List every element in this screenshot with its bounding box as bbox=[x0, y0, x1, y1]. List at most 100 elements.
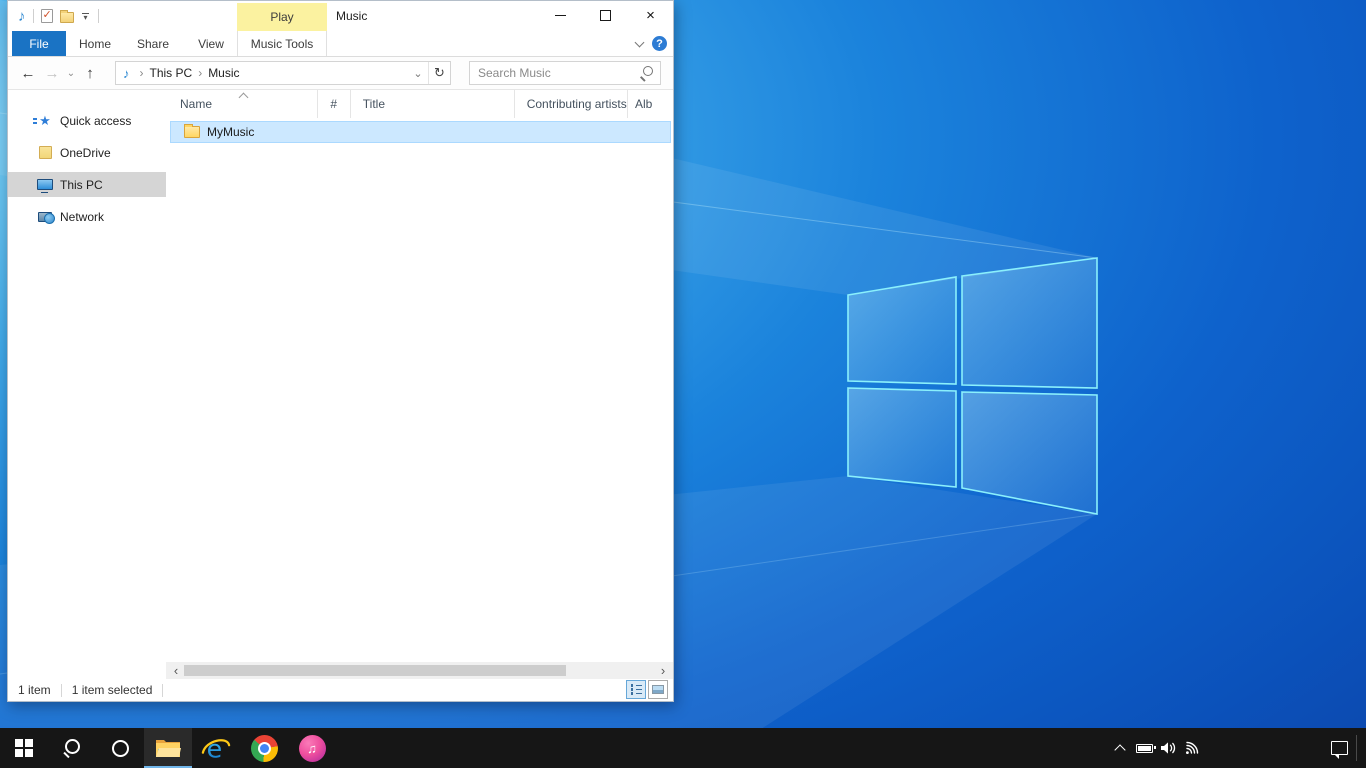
column-header-name[interactable]: Name bbox=[170, 90, 318, 118]
screen: ♪ ▾ Play Music × File Home Share View bbox=[0, 0, 1366, 768]
caption-buttons: × bbox=[538, 1, 673, 30]
wifi-icon bbox=[1184, 740, 1200, 756]
column-header-title[interactable]: Title bbox=[351, 90, 515, 118]
sidebar-item-onedrive[interactable]: OneDrive bbox=[8, 140, 166, 165]
tab-music-tools[interactable]: Music Tools bbox=[237, 31, 327, 56]
maximize-icon bbox=[600, 10, 611, 21]
breadcrumb-chevron-icon: › bbox=[192, 66, 208, 80]
scrollbar-thumb[interactable] bbox=[184, 665, 566, 676]
internet-explorer-icon: e bbox=[201, 733, 231, 763]
file-row-mymusic[interactable]: MyMusic bbox=[170, 121, 671, 143]
window-title: Music bbox=[336, 1, 367, 31]
battery-icon bbox=[1136, 744, 1153, 753]
forward-button[interactable]: → bbox=[40, 61, 64, 85]
minimize-button[interactable] bbox=[538, 1, 583, 30]
monitor-icon bbox=[36, 179, 54, 190]
file-list-pane: Name # Title Contributing artists Alb bbox=[166, 90, 673, 679]
search-icon[interactable] bbox=[639, 65, 655, 81]
tab-file[interactable]: File bbox=[12, 31, 66, 56]
itunes-icon: ♫ bbox=[299, 735, 326, 762]
quick-access-star-icon: ★ bbox=[36, 114, 54, 127]
tray-expand-button[interactable] bbox=[1108, 728, 1132, 768]
file-explorer-window: ♪ ▾ Play Music × File Home Share View bbox=[7, 0, 674, 702]
large-icons-view-button[interactable] bbox=[648, 680, 668, 699]
close-icon: × bbox=[646, 8, 655, 23]
column-header-number[interactable]: # bbox=[318, 90, 350, 118]
details-view-icon bbox=[631, 684, 642, 695]
windows-start-icon bbox=[15, 739, 34, 758]
tab-view[interactable]: View bbox=[182, 31, 240, 56]
network-status[interactable] bbox=[1180, 728, 1204, 768]
cortana-ring-icon bbox=[112, 740, 129, 757]
sidebar-item-label: Quick access bbox=[60, 114, 131, 128]
scroll-right-icon[interactable]: › bbox=[655, 662, 671, 679]
sidebar-item-label: Network bbox=[60, 210, 104, 224]
contextual-tab-play[interactable]: Play bbox=[237, 3, 327, 31]
recent-locations-dropdown-icon[interactable]: ⌄ bbox=[64, 68, 78, 79]
address-dropdown-icon[interactable]: ⌄ bbox=[408, 67, 428, 80]
speaker-icon bbox=[1160, 741, 1177, 755]
music-note-icon: ♪ bbox=[18, 9, 26, 24]
sidebar-item-label: OneDrive bbox=[60, 146, 111, 160]
horizontal-scrollbar[interactable]: ‹ › bbox=[166, 662, 673, 679]
taskbar-chrome-button[interactable] bbox=[240, 728, 288, 768]
separator bbox=[162, 684, 163, 697]
battery-status[interactable] bbox=[1132, 728, 1156, 768]
file-name: MyMusic bbox=[207, 125, 254, 139]
customize-toolbar-dropdown-icon[interactable]: ▾ bbox=[81, 13, 91, 20]
separator bbox=[33, 9, 34, 23]
title-bar: ♪ ▾ Play Music × bbox=[8, 1, 673, 31]
expand-ribbon-icon[interactable] bbox=[635, 37, 645, 47]
breadcrumb-music[interactable]: Music bbox=[208, 66, 239, 80]
properties-icon[interactable] bbox=[41, 9, 53, 23]
sidebar-item-quick-access[interactable]: ★ Quick access bbox=[8, 108, 166, 133]
item-count: 1 item bbox=[18, 683, 51, 697]
taskbar-itunes-button[interactable]: ♫ bbox=[288, 728, 336, 768]
separator bbox=[98, 9, 99, 23]
volume-status[interactable] bbox=[1156, 728, 1180, 768]
sidebar-item-this-pc[interactable]: This PC bbox=[8, 172, 166, 197]
breadcrumb-this-pc[interactable]: This PC bbox=[150, 66, 193, 80]
view-buttons bbox=[626, 680, 668, 699]
column-headers: Name # Title Contributing artists Alb bbox=[166, 90, 673, 118]
network-icon bbox=[36, 212, 54, 222]
show-desktop-button[interactable] bbox=[1357, 728, 1366, 768]
music-note-icon: ♪ bbox=[116, 67, 134, 80]
taskbar-search-button[interactable] bbox=[48, 728, 96, 768]
minimize-icon bbox=[555, 15, 566, 16]
taskbar-internet-explorer-button[interactable]: e bbox=[192, 728, 240, 768]
onedrive-folder-icon bbox=[36, 146, 54, 159]
taskbar-file-explorer-button[interactable] bbox=[144, 728, 192, 768]
sort-ascending-icon bbox=[238, 93, 248, 103]
cortana-button[interactable] bbox=[96, 728, 144, 768]
back-button[interactable]: ← bbox=[16, 61, 40, 85]
start-button[interactable] bbox=[0, 728, 48, 768]
help-icon[interactable]: ? bbox=[652, 36, 667, 51]
search-icon bbox=[62, 738, 82, 758]
navigation-bar: ← → ⌄ ↑ ♪ › This PC › Music ⌄ ↻ bbox=[8, 57, 673, 90]
up-button[interactable]: ↑ bbox=[78, 61, 102, 85]
sidebar-item-label: This PC bbox=[60, 178, 103, 192]
file-explorer-icon bbox=[155, 737, 181, 759]
sidebar-item-network[interactable]: Network bbox=[8, 204, 166, 229]
action-center-button[interactable] bbox=[1318, 728, 1360, 768]
maximize-button[interactable] bbox=[583, 1, 628, 30]
tab-home[interactable]: Home bbox=[66, 31, 124, 56]
chevron-up-icon bbox=[1114, 744, 1125, 755]
column-header-album[interactable]: Alb bbox=[628, 90, 673, 118]
column-header-contributing-artists[interactable]: Contributing artists bbox=[515, 90, 628, 118]
svg-text:e: e bbox=[207, 734, 223, 763]
ribbon-controls: ? bbox=[636, 31, 667, 56]
scroll-left-icon[interactable]: ‹ bbox=[168, 662, 184, 679]
navigation-pane: ★ Quick access OneDrive This PC Network bbox=[8, 90, 166, 679]
address-bar[interactable]: ♪ › This PC › Music ⌄ ↻ bbox=[115, 61, 451, 85]
refresh-icon[interactable]: ↻ bbox=[428, 62, 450, 84]
search-input[interactable] bbox=[470, 66, 639, 80]
ribbon-tabs: File Home Share View Music Tools ? bbox=[8, 31, 673, 57]
selection-count: 1 item selected bbox=[72, 683, 153, 697]
close-button[interactable]: × bbox=[628, 1, 673, 30]
new-folder-icon[interactable] bbox=[60, 12, 74, 23]
details-view-button[interactable] bbox=[626, 680, 646, 699]
tab-share[interactable]: Share bbox=[124, 31, 182, 56]
chrome-icon bbox=[251, 735, 278, 762]
